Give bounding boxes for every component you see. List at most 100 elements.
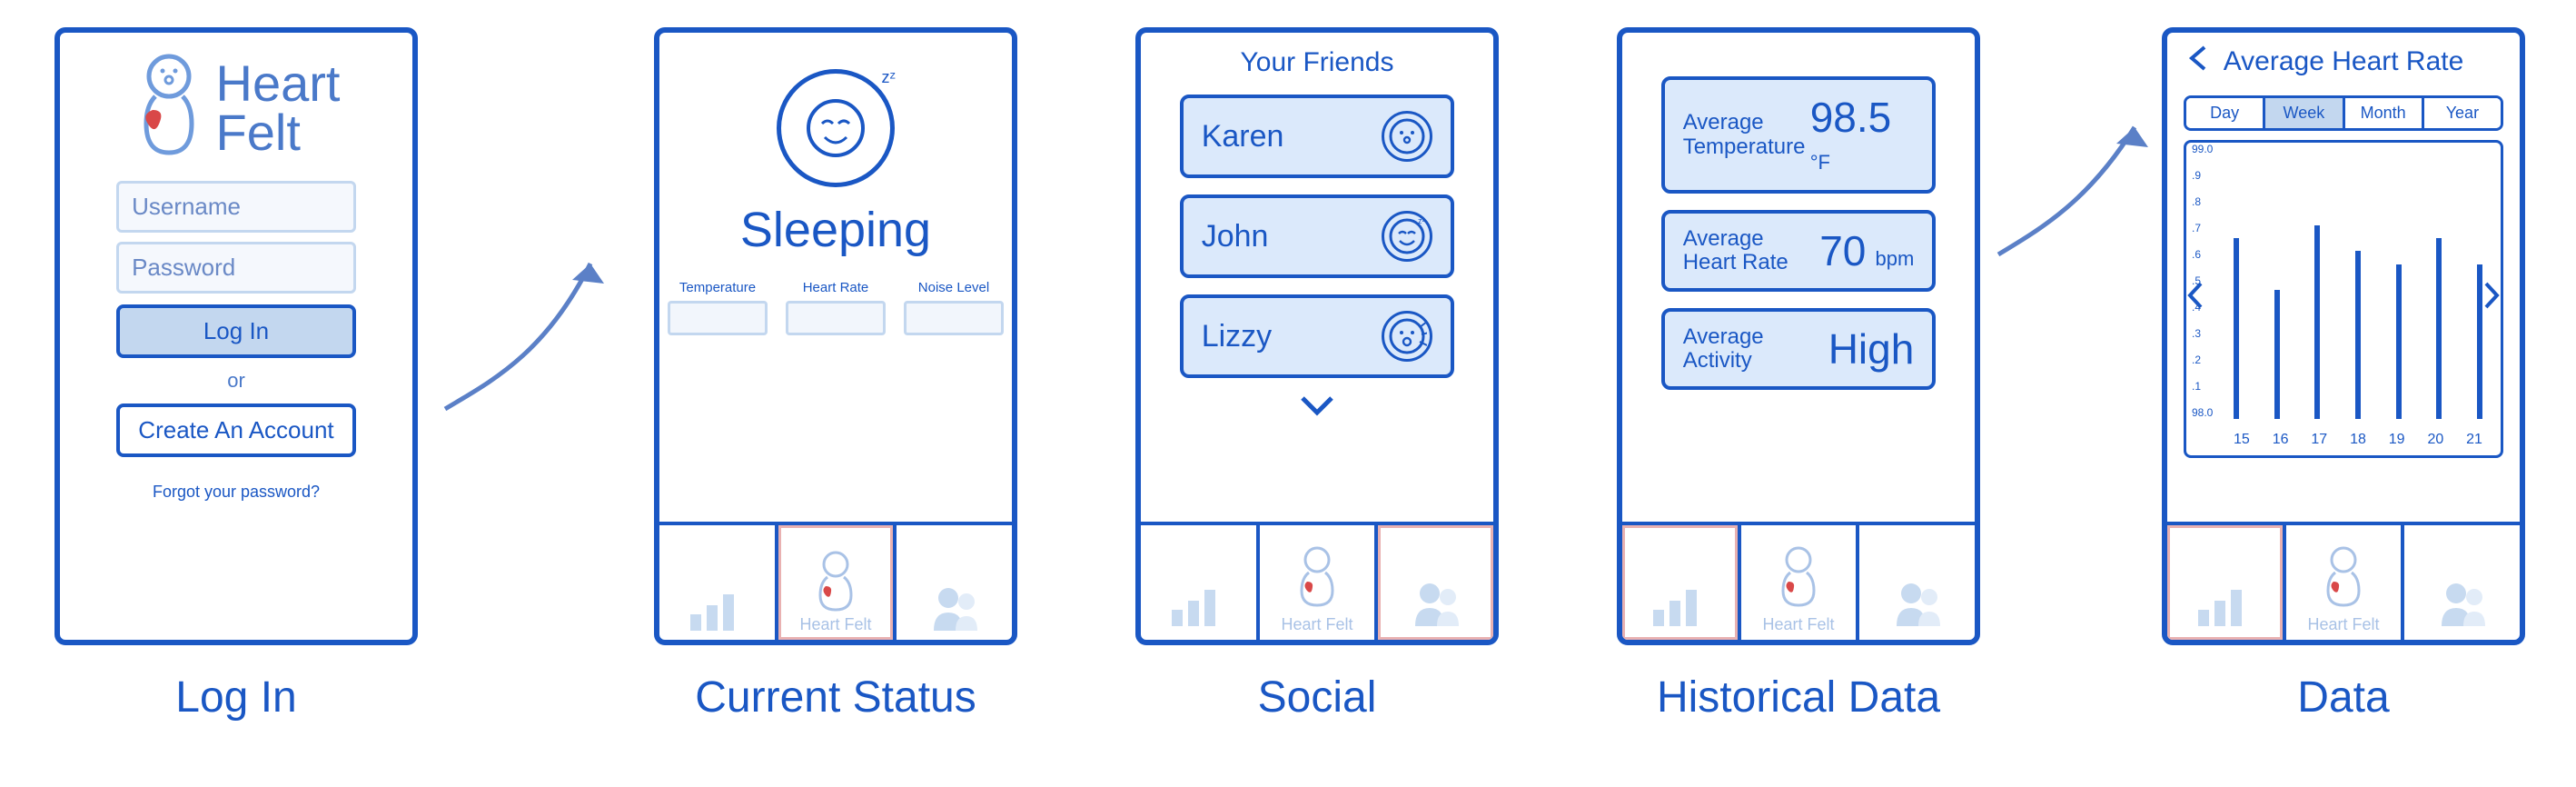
- tab-home[interactable]: Heart Felt: [2286, 525, 2405, 640]
- tab-historical[interactable]: [1622, 525, 1741, 640]
- chart: 98.0.1.2.3.4.5.6.7.8.999.0 1516171819202…: [2184, 140, 2503, 458]
- stat-label: Average Temperature: [1683, 111, 1810, 159]
- readout: Heart Rate: [786, 280, 886, 335]
- username-field[interactable]: Username: [116, 181, 356, 233]
- friend-name: Lizzy: [1202, 319, 1272, 354]
- detail-title: Average Heart Rate: [2216, 46, 2471, 77]
- chart-bar: [2355, 251, 2361, 419]
- login-button[interactable]: Log In: [116, 304, 356, 358]
- person-icon: [923, 580, 986, 634]
- tab-social[interactable]: [1859, 525, 1975, 640]
- sleep-zzz-icon: zᶻ: [882, 68, 896, 87]
- back-button[interactable]: [2180, 44, 2216, 79]
- bars-icon: [685, 580, 748, 634]
- caption-social: Social: [1135, 672, 1499, 722]
- xtick-label: 16: [2273, 432, 2289, 448]
- ytick-label: 99.0: [2192, 143, 2213, 155]
- tab-home[interactable]: Heart Felt: [1741, 525, 1860, 640]
- tab-historical[interactable]: [659, 525, 778, 640]
- tab-bar: Heart Felt: [659, 522, 1012, 640]
- readout-value-box: [904, 301, 1004, 335]
- xtick-label: 18: [2350, 432, 2366, 448]
- baby-icon: [1776, 545, 1821, 613]
- social-title: Your Friends: [1141, 47, 1493, 78]
- stat-label: Average Heart Rate: [1683, 227, 1810, 275]
- person-icon: [1886, 575, 1949, 634]
- screen-login: Heart Felt Username Password Log In or C…: [54, 27, 418, 645]
- readout-value-box: [668, 301, 768, 335]
- status-label: Sleeping: [659, 202, 1012, 258]
- friend-status-icon: [1382, 111, 1432, 162]
- stat-card[interactable]: Average Activity High: [1661, 308, 1937, 390]
- readout-label: Noise Level: [904, 280, 1004, 295]
- readout: Temperature: [668, 280, 768, 335]
- readout-value-box: [786, 301, 886, 335]
- screen-current-status: zᶻ Sleeping Temperature Heart Rate Noise L…: [654, 27, 1017, 645]
- stat-card[interactable]: Average Heart Rate70 bpm: [1661, 210, 1937, 292]
- friend-status-icon: zᶻ: [1382, 211, 1432, 262]
- xtick-label: 19: [2389, 432, 2405, 448]
- chart-bar: [2436, 238, 2442, 419]
- person-icon: [2431, 575, 2494, 634]
- stat-card[interactable]: Average Temperature98.5 °F: [1661, 76, 1937, 194]
- stat-value: 98.5: [1810, 94, 1892, 141]
- chevron-down-icon[interactable]: [1141, 394, 1493, 423]
- friend-name: Karen: [1202, 119, 1284, 154]
- screen-social: Your Friends Karen Johnzᶻ Lizzy Heart Felt: [1135, 27, 1499, 645]
- chart-bar: [2396, 264, 2402, 419]
- tab-social[interactable]: [2404, 525, 2520, 640]
- baby-icon: [813, 550, 858, 613]
- tab-social[interactable]: [897, 525, 1012, 640]
- chart-next-button[interactable]: [2482, 280, 2502, 318]
- chart-prev-button[interactable]: [2185, 280, 2204, 318]
- svg-text:zᶻ: zᶻ: [1418, 216, 1425, 225]
- password-field[interactable]: Password: [116, 242, 356, 294]
- xtick-label: 21: [2466, 432, 2482, 448]
- segmented-control: DayWeekMonthYear: [2184, 95, 2503, 131]
- friend-card[interactable]: Lizzy: [1180, 294, 1455, 378]
- segment-year[interactable]: Year: [2424, 98, 2501, 128]
- readout-label: Heart Rate: [786, 280, 886, 295]
- tab-home-label: Heart Felt: [1762, 615, 1834, 634]
- chart-bar: [2314, 225, 2320, 419]
- bars-icon: [1166, 575, 1230, 634]
- friend-status-icon: [1382, 311, 1432, 362]
- caption-login: Log In: [54, 672, 418, 722]
- baby-icon: [2321, 545, 2366, 613]
- stat-value: High: [1828, 325, 1915, 373]
- friend-card[interactable]: Karen: [1180, 95, 1455, 178]
- caption-historical: Historical Data: [1617, 672, 1980, 722]
- tab-home[interactable]: Heart Felt: [778, 525, 897, 640]
- ytick-label: .3: [2192, 327, 2201, 340]
- chart-bar: [2274, 290, 2280, 419]
- xtick-label: 17: [2311, 432, 2327, 448]
- tab-home[interactable]: Heart Felt: [1260, 525, 1379, 640]
- tab-social[interactable]: [1378, 525, 1493, 640]
- ytick-label: .8: [2192, 195, 2201, 208]
- ytick-label: .2: [2192, 354, 2201, 366]
- segment-week[interactable]: Week: [2265, 98, 2344, 128]
- friend-card[interactable]: Johnzᶻ: [1180, 194, 1455, 278]
- tab-historical[interactable]: [2167, 525, 2286, 640]
- caption-detail: Data: [2162, 672, 2525, 722]
- brand-line-2: Felt: [216, 108, 341, 156]
- readout: Noise Level: [904, 280, 1004, 335]
- stat-unit: bpm: [1869, 247, 1914, 270]
- ytick-label: .1: [2192, 380, 2201, 393]
- ytick-label: .6: [2192, 248, 2201, 261]
- brand-text: Heart Felt: [216, 59, 341, 155]
- bars-icon: [2193, 575, 2256, 634]
- create-account-button[interactable]: Create An Account: [116, 403, 356, 457]
- tab-bar: Heart Felt: [1622, 522, 1975, 640]
- or-text: or: [60, 369, 412, 393]
- chart-bar: [2234, 238, 2239, 419]
- forgot-password-link[interactable]: Forgot your password?: [60, 483, 412, 502]
- screen-historical: Average Temperature98.5 °F Average Heart …: [1617, 27, 1980, 645]
- person-icon: [1404, 575, 1468, 634]
- stat-label: Average Activity: [1683, 325, 1810, 374]
- tab-historical[interactable]: [1141, 525, 1260, 640]
- segment-month[interactable]: Month: [2345, 98, 2424, 128]
- segment-day[interactable]: Day: [2186, 98, 2265, 128]
- screen-detail: Average Heart Rate DayWeekMonthYear 98.0…: [2162, 27, 2525, 645]
- xtick-label: 20: [2427, 432, 2443, 448]
